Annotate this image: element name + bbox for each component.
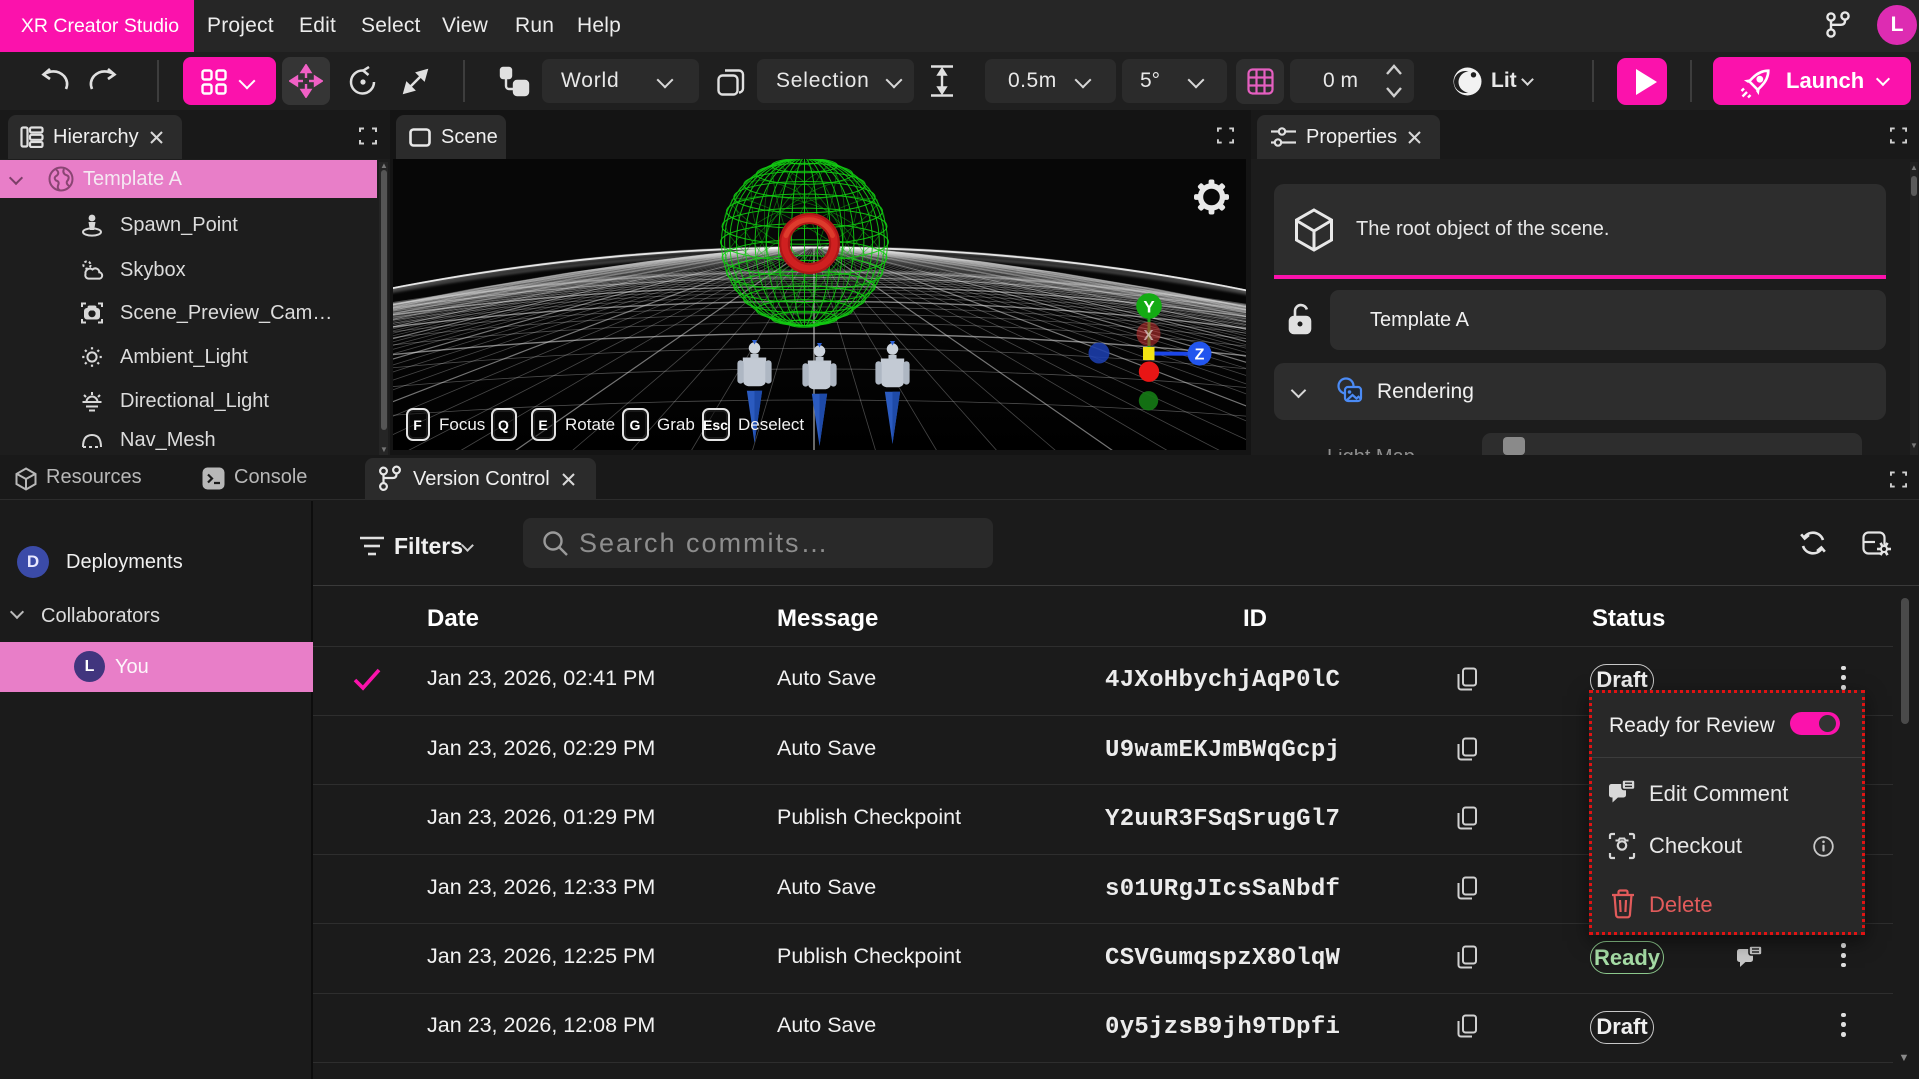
svg-text:Y: Y bbox=[1143, 298, 1155, 317]
svg-text:Z: Z bbox=[1195, 347, 1205, 364]
svg-text:X: X bbox=[1143, 327, 1153, 344]
